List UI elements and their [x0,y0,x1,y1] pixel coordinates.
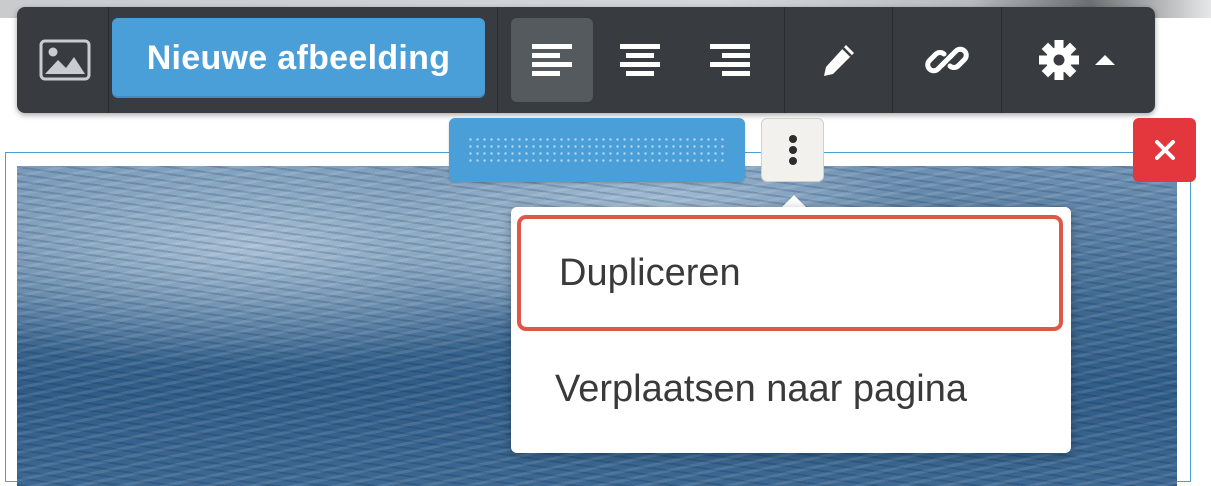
caret-up-icon [1095,55,1115,65]
menu-item-move-to-page[interactable]: Verplaatsen naar pagina [517,331,1063,447]
settings-button[interactable] [1002,7,1152,113]
align-right-icon [710,44,750,76]
image-toolbar: Nieuwe afbeelding [17,7,1155,113]
pencil-icon [824,45,854,76]
link-icon [925,46,969,74]
toolbar-divider [497,7,498,113]
align-center-icon [620,44,660,76]
more-options-button[interactable] [761,118,824,182]
drag-dots [467,136,727,164]
align-right-button[interactable] [689,7,771,113]
menu-item-duplicate[interactable]: Dupliceren [517,215,1063,331]
link-button[interactable] [893,7,1001,113]
close-icon [1154,140,1175,160]
align-center-button[interactable] [599,7,681,113]
delete-block-button[interactable] [1133,118,1196,182]
drag-handle[interactable] [449,118,745,182]
block-context-menu: Dupliceren Verplaatsen naar pagina [511,207,1071,453]
align-left-icon [532,44,572,76]
vertical-ellipsis-icon [788,135,797,165]
image-icon[interactable] [23,7,107,113]
gear-icon [1039,40,1079,80]
align-left-button[interactable] [511,18,593,102]
toolbar-divider [108,7,109,113]
new-image-button[interactable]: Nieuwe afbeelding [112,18,485,98]
edit-button[interactable] [785,7,893,113]
